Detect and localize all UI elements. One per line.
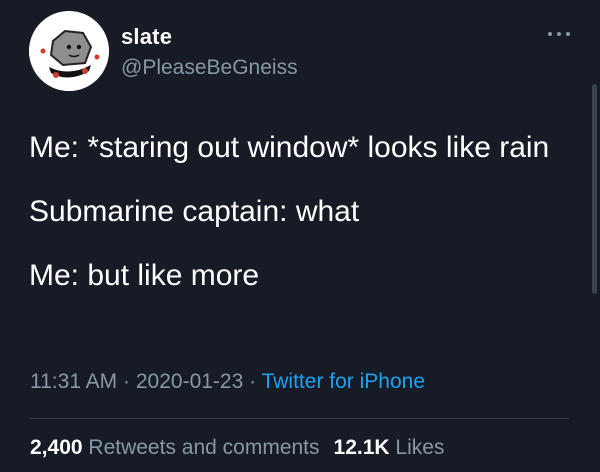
- tweet-date[interactable]: 2020-01-23: [136, 370, 243, 393]
- likes-count: 12.1K: [333, 436, 390, 459]
- divider: [29, 418, 569, 419]
- tweet-source-link[interactable]: Twitter for iPhone: [262, 370, 425, 393]
- tweet-stats: 2,400 Retweets and comments 12.1K Likes: [30, 436, 444, 460]
- retweets-count: 2,400: [30, 436, 83, 459]
- meta-separator: ·: [249, 370, 257, 393]
- meta-separator: ·: [123, 370, 131, 393]
- avatar[interactable]: [29, 11, 109, 91]
- retweets-label: Retweets and comments: [88, 436, 320, 459]
- display-name[interactable]: slate: [121, 24, 172, 50]
- tweet-time[interactable]: 11:31 AM: [30, 370, 117, 393]
- tweet-line: Submarine captain: what: [29, 195, 360, 228]
- rock-avatar-illustration: [29, 11, 109, 91]
- user-handle[interactable]: @PleaseBeGneiss: [121, 56, 298, 80]
- likes-stat[interactable]: 12.1K Likes: [334, 436, 445, 459]
- tweet-card: slate @PleaseBeGneiss Me: *staring out w…: [0, 0, 600, 472]
- likes-label: Likes: [395, 436, 445, 459]
- tweet-metadata: 11:31 AM · 2020-01-23 · Twitter for iPho…: [30, 370, 425, 394]
- tweet-line: Me: *staring out window* looks like rain: [29, 131, 550, 164]
- retweets-stat[interactable]: 2,400 Retweets and comments: [30, 436, 320, 459]
- tweet-text: Me: *staring out window* looks like rain…: [29, 124, 569, 316]
- scrollbar[interactable]: [592, 84, 597, 294]
- more-horizontal-icon[interactable]: [545, 24, 573, 44]
- tweet-line: Me: but like more: [29, 259, 260, 292]
